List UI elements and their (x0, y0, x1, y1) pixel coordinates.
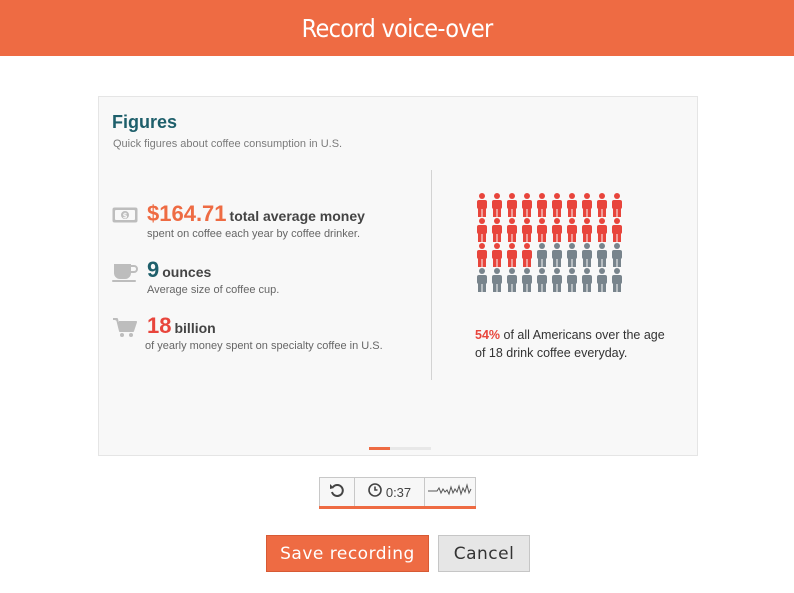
slide-preview: Figures Quick figures about coffee consu… (98, 96, 698, 456)
person-icon (537, 243, 547, 267)
stat-value: $164.71 (147, 201, 227, 226)
person-icon (477, 268, 487, 292)
stat-description: of yearly money spent on specialty coffe… (145, 340, 383, 352)
person-icon (522, 243, 532, 267)
person-icon (552, 218, 562, 242)
person-icon (567, 193, 577, 217)
waveform-icon (428, 483, 472, 502)
slide-title: Figures (112, 112, 178, 132)
person-icon (477, 243, 487, 267)
stat-description: spent on coffee each year by coffee drin… (147, 228, 361, 240)
shopping-cart-icon (113, 318, 137, 343)
person-icon (492, 193, 502, 217)
recording-time: 0:37 (385, 485, 412, 500)
person-icon (522, 268, 532, 292)
slide-progress-bar (369, 447, 431, 450)
clock-icon (368, 483, 382, 502)
audio-player: 0:37 (319, 477, 476, 508)
person-icon (537, 193, 547, 217)
coffee-cup-icon (112, 262, 138, 287)
person-icon (582, 268, 592, 292)
person-icon (537, 218, 547, 242)
person-icon (612, 268, 622, 292)
person-icon (612, 193, 622, 217)
person-icon (492, 218, 502, 242)
person-icon (507, 193, 517, 217)
person-icon (477, 218, 487, 242)
save-recording-button[interactable]: Save recording (266, 535, 429, 572)
percent-text: of all Americans over the age of 18 drin… (475, 328, 665, 360)
person-icon (597, 193, 607, 217)
person-icon (567, 243, 577, 267)
percent-stat: 54% of all Americans over the age of 18 … (475, 326, 675, 362)
person-icon (492, 243, 502, 267)
stat-unit: total average money (229, 208, 365, 224)
person-icon (552, 243, 562, 267)
person-icon (597, 268, 607, 292)
svg-text:$: $ (123, 212, 128, 220)
person-icon (552, 193, 562, 217)
stat-description: Average size of coffee cup. (147, 284, 280, 296)
stat-unit: billion (174, 320, 216, 336)
person-icon (492, 268, 502, 292)
person-icon (612, 243, 622, 267)
person-icon (507, 218, 517, 242)
undo-icon (329, 482, 345, 503)
slide-progress-fill (369, 447, 390, 450)
recording-timer: 0:37 (355, 478, 425, 507)
person-icon (612, 218, 622, 242)
slide-subtitle: Quick figures about coffee consumption i… (113, 138, 343, 150)
retake-button[interactable] (320, 478, 355, 507)
person-icon (477, 193, 487, 217)
column-divider (431, 170, 432, 380)
people-pictogram (475, 193, 628, 293)
person-icon (582, 193, 592, 217)
percent-value: 54% (475, 328, 501, 342)
dialog-header: Record voice-over (0, 0, 794, 56)
person-icon (567, 218, 577, 242)
waveform-button[interactable] (425, 478, 475, 507)
money-icon: $ (112, 207, 138, 228)
stat-value: 18 (147, 313, 172, 338)
dialog-title: Record voice-over (301, 13, 494, 43)
person-icon (522, 193, 532, 217)
person-icon (582, 243, 592, 267)
person-icon (507, 268, 517, 292)
person-icon (522, 218, 532, 242)
person-icon (567, 268, 577, 292)
cancel-button[interactable]: Cancel (438, 535, 530, 572)
person-icon (552, 268, 562, 292)
person-icon (597, 243, 607, 267)
person-icon (582, 218, 592, 242)
player-progress-bar (319, 506, 476, 509)
stat-value: 9 (147, 257, 160, 282)
person-icon (507, 243, 517, 267)
stat-unit: ounces (162, 264, 212, 280)
person-icon (597, 218, 607, 242)
person-icon (537, 268, 547, 292)
